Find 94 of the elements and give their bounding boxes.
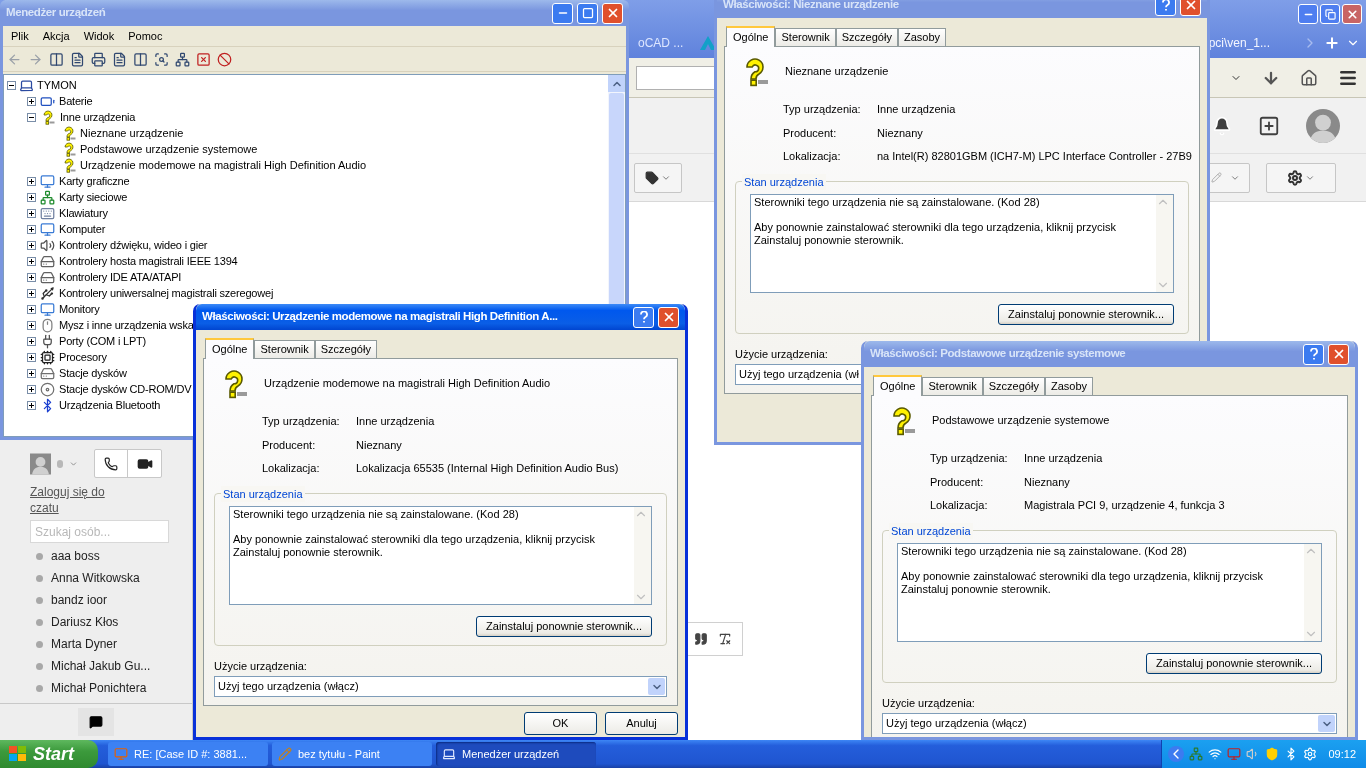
group-title: Stan urządzenia xyxy=(742,173,826,190)
tab[interactable]: Szczegóły xyxy=(982,377,1045,395)
contact-name[interactable]: Marta Dyner xyxy=(51,635,118,653)
status-message: Sterowniki tego urządzenia nie są zainstalowane. (Kod 28) xyxy=(901,544,1188,558)
reinstall-driver-button[interactable]: Zainstaluj ponownie sterownik... xyxy=(1146,652,1322,674)
tab[interactable]: Szczegóły xyxy=(835,28,898,46)
menu-item[interactable]: Widok xyxy=(77,27,121,45)
reinstall-driver-button[interactable]: Zainstaluj ponownie sterownik... xyxy=(998,303,1174,325)
property-label: Typ urządzenia: xyxy=(262,414,341,429)
tree-item[interactable]: Komputer xyxy=(59,220,106,238)
property-value: Inne urządzenia xyxy=(356,414,435,429)
property-value: Inne urządzenia xyxy=(1024,451,1103,466)
status-message: Sterowniki tego urządzenia nie są zainstalowane. (Kod 28) xyxy=(233,507,520,521)
tree-item[interactable]: Procesory xyxy=(59,348,107,366)
tree-item[interactable]: Kontrolery dźwięku, wideo i gier xyxy=(59,236,208,254)
tree-item[interactable]: Mysz i inne urządzenia wska xyxy=(59,316,194,334)
tab[interactable]: Sterownik xyxy=(775,28,836,46)
tab[interactable]: Sterownik xyxy=(254,340,315,358)
tree-item[interactable]: TYMON xyxy=(37,76,77,94)
status-message: Aby ponownie zainstalować sterowniki dla tego urządzenia, kliknij przycisk Zainstaluj ponownie sterownik. xyxy=(233,532,596,559)
tree-item[interactable]: Inne urządzenia xyxy=(60,108,136,126)
device-name: Nieznane urządzenie xyxy=(785,63,889,79)
property-value: Nieznany xyxy=(1024,474,1070,490)
property-value: Nieznany xyxy=(356,437,402,453)
tree-item[interactable]: Podstawowe urządzenie systemowe xyxy=(80,140,258,158)
tree-item[interactable]: Baterie xyxy=(59,92,93,110)
tree-item[interactable]: Nieznane urządzenie xyxy=(80,124,184,142)
tab[interactable]: Ogólne xyxy=(726,26,776,47)
status-message: Aby ponownie zainstalować sterowniki dla tego urządzenia, kliknij przycisk Zainstaluj ponownie sterownik. xyxy=(754,220,1117,247)
usage-label: Użycie urządzenia: xyxy=(735,346,828,362)
property-label: Producent: xyxy=(783,125,838,141)
tree-item[interactable]: Monitory xyxy=(59,300,100,318)
contact-name[interactable]: Anna Witkowska xyxy=(51,569,140,587)
usage-label: Użycie urządzenia: xyxy=(882,695,975,711)
property-label: Typ urządzenia: xyxy=(930,451,1009,466)
dialog-button[interactable]: OK xyxy=(524,712,597,735)
contact-name[interactable]: Michał Ponichtera xyxy=(51,679,147,697)
taskbar-button[interactable]: Menedżer urządzeń xyxy=(436,742,596,766)
tree-item[interactable]: Stacje dysków CD-ROM/DV xyxy=(59,380,192,398)
status-message: Sterowniki tego urządzenia nie są zainstalowane. (Kod 28) xyxy=(754,195,1041,209)
tab[interactable]: Ogólne xyxy=(205,338,255,359)
property-value: Magistrala PCI 9, urządzenie 4, funkcja 3 xyxy=(1024,498,1225,513)
tab[interactable]: Szczegóły xyxy=(314,340,377,358)
tab[interactable]: Zasoby xyxy=(897,28,946,46)
search-field[interactable]: Szukaj osób... xyxy=(30,520,169,543)
property-label: Producent: xyxy=(930,474,985,490)
property-label: Producent: xyxy=(262,437,317,453)
tree-item[interactable]: Urządzenie modemowe na magistrali High Definition Audio xyxy=(80,156,367,174)
taskbar-button[interactable]: RE: [Case ID #: 3881... xyxy=(108,742,268,766)
tree-item[interactable]: Karty graficzne xyxy=(59,172,130,190)
group-title: Stan urządzenia xyxy=(889,522,973,539)
tree-item[interactable]: Porty (COM i LPT) xyxy=(59,332,147,350)
tree-item[interactable]: Stacje dysków xyxy=(59,364,127,382)
group-title: Stan urządzenia xyxy=(221,485,305,502)
contact-name[interactable]: aaa boss xyxy=(51,547,100,565)
usage-select[interactable]: Użyj tego urządzenia (włącz) xyxy=(214,676,667,697)
status-message: Aby ponownie zainstalować sterowniki dla tego urządzenia, kliknij przycisk Zainstaluj ponownie sterownik. xyxy=(901,569,1264,596)
menu-item[interactable]: Pomoc xyxy=(122,27,169,45)
usage-select[interactable]: Użyj tego urządzenia (włącz) xyxy=(882,713,1337,734)
tree-item[interactable]: Kontrolery hosta magistrali IEEE 1394 xyxy=(59,252,238,270)
window-title: Menedżer urządzeń xyxy=(6,5,106,21)
menu-item[interactable]: Akcja xyxy=(36,27,76,45)
property-label: Lokalizacja: xyxy=(930,498,989,513)
property-label: Lokalizacja: xyxy=(783,149,842,164)
property-value: na Intel(R) 82801GBM (ICH7-M) LPC Interface Controller - 27B9 xyxy=(877,149,1192,164)
property-label: Lokalizacja: xyxy=(262,461,321,476)
property-value: Inne urządzenia xyxy=(877,102,956,117)
dialog-button[interactable]: Anuluj xyxy=(605,712,678,735)
menu-item[interactable]: Plik xyxy=(5,27,35,45)
clock: 09:12 xyxy=(1328,746,1356,762)
tree-item[interactable]: Klawiatury xyxy=(59,204,108,222)
device-name: Podstawowe urządzenie systemowe xyxy=(932,412,1110,428)
property-value: Lokalizacja 65535 (Internal High Definition Audio Bus) xyxy=(356,461,619,476)
device-name: Urządzenie modemowe na magistrali High Definition Audio xyxy=(264,375,551,391)
tab[interactable]: Sterownik xyxy=(922,377,983,395)
reinstall-driver-button[interactable]: Zainstaluj ponownie sterownik... xyxy=(476,615,652,637)
usage-label: Użycie urządzenia: xyxy=(214,658,307,674)
login-link[interactable]: Zaloguj się do czatu xyxy=(30,484,130,516)
start-button[interactable]: Start xyxy=(0,740,98,768)
window-title: Właściwości: Urządzenie modemowe na magistrali High Definition A... xyxy=(202,309,558,325)
tab[interactable]: Ogólne xyxy=(873,375,923,396)
contact-name[interactable]: bandz ioor xyxy=(51,591,108,609)
contact-name[interactable]: Michał Jakub Gu... xyxy=(51,657,151,675)
property-label: Typ urządzenia: xyxy=(783,102,862,117)
window-title: Właściwości: Nieznane urządzenie xyxy=(723,0,899,13)
tree-item[interactable]: Kontrolery IDE ATA/ATAPI xyxy=(59,268,182,286)
contact-name[interactable]: Dariusz Kłos xyxy=(51,613,119,631)
tab[interactable]: Zasoby xyxy=(1044,377,1093,395)
property-value: Nieznany xyxy=(877,125,923,141)
window-title: Właściwości: Podstawowe urządzenie systemowe xyxy=(870,346,1126,362)
tree-item[interactable]: Kontrolery uniwersalnej magistrali szeregowej xyxy=(59,284,274,302)
taskbar-button[interactable]: bez tytułu - Paint xyxy=(272,742,432,766)
tree-item[interactable]: Urządzenia Bluetooth xyxy=(59,396,161,414)
tree-item[interactable]: Karty sieciowe xyxy=(59,188,128,206)
